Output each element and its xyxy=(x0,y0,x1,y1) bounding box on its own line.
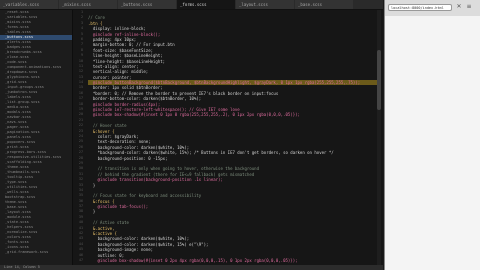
url-field[interactable]: localhost:8000/index.html xyxy=(388,4,452,11)
tab-4[interactable]: _layout.scss xyxy=(236,0,294,9)
tab-1[interactable]: _mixins.scss xyxy=(59,0,117,9)
tab-3[interactable]: _forms.scss xyxy=(177,0,235,9)
line-number: 47 xyxy=(78,257,83,262)
sidebar-file-item[interactable]: _grid-framework.scss xyxy=(0,250,72,255)
status-bar: Line 14, Column 5 xyxy=(0,265,383,270)
scrollbar-thumb[interactable] xyxy=(377,50,381,110)
editor-tab-bar: _variables.scss _mixins.scss _buttons.scss… xyxy=(0,0,383,10)
tab-0[interactable]: _variables.scss xyxy=(0,0,58,9)
code-editor-window: _variables.scss _mixins.scss _buttons.scss… xyxy=(0,0,383,270)
tab-5[interactable]: _base.scss xyxy=(295,0,353,9)
close-icon[interactable]: ✕ xyxy=(455,3,463,11)
code-line[interactable]: @include box-shadow(#{inset 0 2px 4px rg… xyxy=(88,258,380,263)
code-area[interactable]: // Core .btn { display: inline-block; @in… xyxy=(88,10,380,266)
file-sidebar: _reset.scss _variables.scss _mixins.scss _f… xyxy=(0,10,73,266)
vertical-scrollbar[interactable] xyxy=(377,10,381,265)
menu-icon[interactable]: ≡ xyxy=(465,3,473,11)
tab-2[interactable]: _buttons.scss xyxy=(118,0,176,9)
browser-toolbar: localhost:8000/index.html ✕ ≡ xyxy=(385,0,480,16)
browser-window: localhost:8000/index.html ✕ ≡ xyxy=(384,0,480,270)
line-number-gutter: 1 2 3 4 5 6 7 8 9 10 11 12 13 14 15 16 17 18 19 20 21 22 23 24 2… xyxy=(73,10,85,266)
